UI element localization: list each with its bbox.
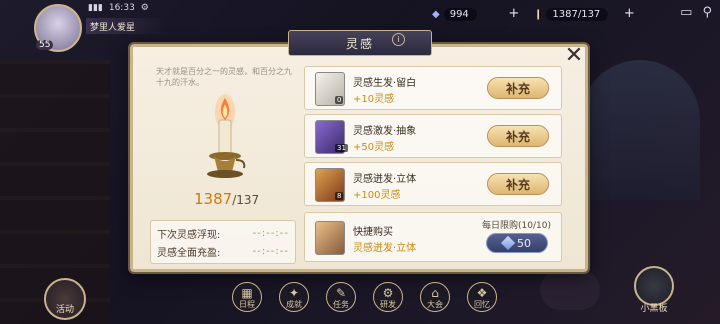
player-name: 梦里人爱星 <box>86 18 166 34</box>
item-qty: 0 <box>335 96 344 104</box>
full-recovery-row: 灵感全面充盈: --:--:-- <box>157 242 289 260</box>
replenish-button[interactable]: 补充 <box>487 77 549 99</box>
full-recovery-value: --:--:-- <box>252 245 289 257</box>
event-button[interactable]: 活动 <box>44 278 86 320</box>
nav-schedule[interactable]: ▦ 日程 <box>232 282 262 312</box>
add-gems-button[interactable]: + <box>507 7 521 21</box>
inspiration-max: /137 <box>232 193 260 207</box>
gem-icon <box>500 235 516 251</box>
stamina-count: 1387/137 <box>546 7 609 21</box>
item-name: 灵感生发·留白 <box>353 78 417 89</box>
close-button[interactable]: ✕ <box>563 45 585 68</box>
nav-memory[interactable]: ❖ 回忆 <box>467 282 497 312</box>
memory-icon: ❖ <box>476 286 488 300</box>
star-icon: ✦ <box>288 286 300 300</box>
hall-icon: ⌂ <box>431 286 439 300</box>
item-name: 灵感激发·抽象 <box>353 126 417 137</box>
stamina-resource: ❙ 1387/137 + <box>534 6 636 22</box>
item-bonus: +100灵感 <box>353 190 401 201</box>
signal-icon: ▮▮▮ <box>88 3 103 13</box>
full-recovery-label: 灵感全面充盈: <box>157 247 221 259</box>
player-level: 55 <box>36 40 54 50</box>
nav-label: 成就 <box>286 300 302 309</box>
info-icon[interactable]: i <box>392 33 405 46</box>
inspiration-count: 1387/137 <box>194 190 259 208</box>
location-icon[interactable]: ⚲ <box>702 5 712 20</box>
daily-limit: 每日限购(10/10) <box>482 221 551 231</box>
nav-label: 日程 <box>239 300 255 309</box>
next-recovery-value: --:--:-- <box>252 227 289 239</box>
item-row-blank: 0 灵感生发·留白 +10灵感 补充 <box>304 66 562 110</box>
dialog-title: 灵感 <box>288 30 432 56</box>
item-qty: 8 <box>335 192 344 200</box>
add-stamina-button[interactable]: + <box>622 7 636 21</box>
buy-price: 50 <box>517 236 531 250</box>
clock: 16:33 <box>108 3 135 13</box>
task-icon: ✎ <box>335 286 347 300</box>
replenish-button[interactable]: 补充 <box>487 125 549 147</box>
replenish-button[interactable]: 补充 <box>487 173 549 195</box>
research-icon: ⚙ <box>382 286 394 300</box>
nav-research[interactable]: ⚙ 研发 <box>373 282 403 312</box>
bottom-nav: ▦ 日程 ✦ 成就 ✎ 任务 ⚙ 研发 ⌂ 大会 ❖ 回忆 <box>232 282 497 312</box>
item-qty: 31 <box>335 144 348 152</box>
item-row-abstract: 31 灵感激发·抽象 +50灵感 补充 <box>304 114 562 158</box>
gem-count: 994 <box>443 7 477 21</box>
timer-box: 下次灵感浮现: --:--:-- 灵感全面充盈: --:--:-- <box>150 220 296 264</box>
candle-icon <box>207 94 246 178</box>
calendar-icon: ▦ <box>241 286 253 300</box>
top-right-icons: ▭ ⚲ <box>680 5 712 20</box>
dialog-description: 天才就是百分之一的灵感，和百分之九十九的汗水。 <box>156 67 292 87</box>
item-bonus: +10灵感 <box>353 94 395 105</box>
gem-icon: ◆ <box>432 8 440 20</box>
chat-icon[interactable]: ▭ <box>680 5 692 20</box>
nav-label: 任务 <box>333 300 349 309</box>
nav-label: 研发 <box>380 300 396 309</box>
nav-achievement[interactable]: ✦ 成就 <box>279 282 309 312</box>
dialog-title-text: 灵感 <box>345 36 374 51</box>
inspiration-current: 1387 <box>194 190 233 208</box>
item-row-solid: 8 灵感迸发·立体 +100灵感 补充 <box>304 162 562 206</box>
next-recovery-label: 下次灵感浮现: <box>157 229 221 241</box>
status-bar: ▮▮▮ 16:33 ⚙ <box>88 3 149 13</box>
quick-buy-item: 灵感迸发·立体 <box>353 243 417 254</box>
item-bonus: +50灵感 <box>353 142 395 153</box>
item-name: 灵感迸发·立体 <box>353 174 417 185</box>
nav-hall[interactable]: ⌂ 大会 <box>420 282 450 312</box>
nav-label: 大会 <box>427 300 443 309</box>
nav-label: 回忆 <box>474 300 490 309</box>
settings-icon[interactable]: ⚙ <box>141 3 149 13</box>
quick-buy-title: 快捷购买 <box>353 227 393 238</box>
gem-resource: ◆ 994 + <box>432 6 521 22</box>
blackboard-label: 小黑板 <box>640 304 668 314</box>
nav-task[interactable]: ✎ 任务 <box>326 282 356 312</box>
top-bar: 55 ▮▮▮ 16:33 ⚙ 梦里人爱星 ◆ 994 + ❙ 1387/137 … <box>0 0 720 52</box>
next-recovery-row: 下次灵感浮现: --:--:-- <box>157 224 289 242</box>
candle-icon: ❙ <box>534 8 543 20</box>
blackboard-button[interactable]: 小黑板 <box>634 266 674 314</box>
event-label: 活动 <box>55 305 74 315</box>
buy-button[interactable]: 50 <box>486 233 548 253</box>
item-thumb-quick-buy <box>315 221 345 255</box>
